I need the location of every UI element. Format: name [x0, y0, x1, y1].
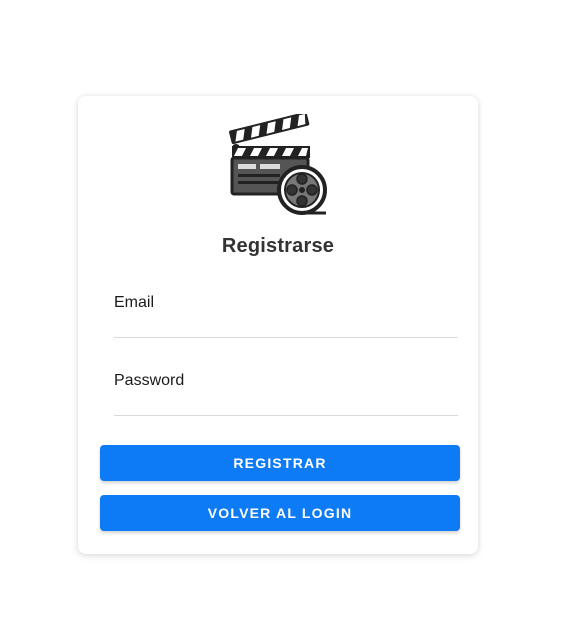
register-card: Registrarse REGISTRAR VOLVER AL LOGIN: [78, 96, 478, 554]
register-button[interactable]: REGISTRAR: [100, 445, 460, 481]
back-to-login-button[interactable]: VOLVER AL LOGIN: [100, 495, 460, 531]
form-title: Registrarse: [221, 235, 335, 257]
password-input[interactable]: [114, 364, 458, 415]
email-input[interactable]: [114, 286, 458, 337]
password-field: [114, 364, 458, 416]
clapperboard-film-reel-icon: [229, 114, 327, 215]
email-field: [114, 286, 458, 338]
